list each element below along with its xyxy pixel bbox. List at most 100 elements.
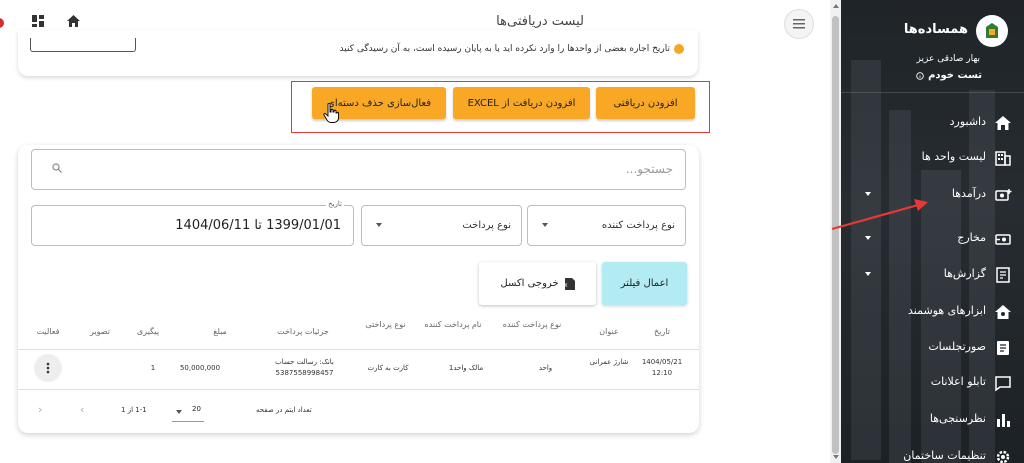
rows-per-page-select[interactable]: 20 [172,402,204,422]
building-selector[interactable]: تست خودم [916,70,982,81]
search-icon [52,163,62,173]
sidebar-item-label: ابزارهای هوشمند [908,304,986,317]
col-header-amount: مبلغ [213,327,227,336]
sidebar-item-expenses[interactable]: مخارج [841,222,1024,256]
notification-icon[interactable] [0,12,16,30]
export-excel-label: خروجی اکسل [500,278,559,289]
export-excel-button[interactable]: X خروجی اکسل [479,262,596,305]
row-title: شارژ عمرانی [589,358,629,366]
poll-icon [997,414,1010,427]
menu-toggle-button[interactable] [784,9,814,39]
hand-cursor-icon [323,103,339,123]
col-header-payment-details: جزئیات پرداخت [277,327,329,336]
home-icon [995,116,1011,130]
sidebar-item-income[interactable]: درآمدها [841,178,1024,212]
payment-type-select[interactable]: نوع پرداخت [361,205,522,246]
excel-file-icon: X [564,277,575,290]
row-date: 1404/05/21 [641,358,683,366]
add-from-excel-button[interactable]: افزودن دریافت از EXCEL [453,87,590,119]
sidebar: همساده‌ها بهار صادقی عزیز تست خودم داشبو… [841,0,1024,463]
home-icon[interactable] [64,12,82,30]
row-payer-name: مالک واحد1 [448,364,484,372]
warning-icon [674,44,684,54]
sidebar-item-minutes[interactable]: صورتجلسات [841,331,1024,365]
receipts-card: جستجو... نوع پرداخت کننده نوع پرداخت تار… [18,145,699,433]
col-header-title: عنوان [599,327,619,336]
sidebar-item-label: درآمدها [951,187,986,200]
action-button-group: افزودن دریافتی افزودن دریافت از EXCEL فع… [291,81,710,133]
sidebar-item-building-settings[interactable]: تنظیمات ساختمان [841,440,1024,463]
announcement-icon [995,376,1011,392]
col-header-tracking: پیگیری [136,327,160,336]
notification-badge [0,18,4,28]
col-header-image: تصویر [90,327,110,336]
brand-name: همساده‌ها [903,22,968,37]
row-divider [18,389,699,390]
payment-type-label: نوع پرداخت [462,220,511,231]
chevron-down-icon [865,272,871,276]
user-name: بهار صادقی عزیز [916,54,980,64]
payer-type-label: نوع پرداخت کننده [601,220,675,231]
sidebar-item-label: مخارج [957,231,986,244]
sidebar-item-label: داشبورد [949,115,986,128]
sidebar-item-label: لیست واحد ها [921,150,986,163]
scroll-up-icon[interactable] [833,4,839,8]
sidebar-item-label: گزارش‌ها [943,267,986,280]
col-header-payment-type: نوع پرداختی [365,320,406,329]
row-tracking: 1 [150,364,156,372]
prev-page-icon[interactable]: ‹ [80,403,84,416]
row-payment-type: کارت به کارت [367,364,409,372]
next-page-icon[interactable]: › [38,403,42,416]
sidebar-item-units[interactable]: لیست واحد ها [841,141,1024,175]
minutes-icon [997,341,1009,355]
col-header-activity: فعالیت [36,327,60,336]
report-icon [996,267,1010,283]
chevron-down-icon [865,236,871,240]
header-divider [18,349,699,350]
row-details-bank: بانک: رسالت حساب [275,358,334,366]
scrollbar-thumb[interactable] [832,16,839,454]
chevron-down-icon [176,410,182,414]
sidebar-divider [841,92,1024,93]
settings-icon [996,450,1010,463]
rows-per-page-value: 20 [192,405,201,413]
scroll-down-icon[interactable] [833,455,839,459]
search-input[interactable]: جستجو... [31,149,686,190]
add-receipt-button[interactable]: افزودن دریافتی [596,87,695,119]
row-details-account: 5387558998457 [275,369,334,377]
rows-per-page-label: تعداد ایتم در صفحه [256,406,312,414]
date-range-value: 1399/01/01 تا 1404/06/11 [175,218,341,233]
income-icon [995,189,1012,201]
alert-action-button[interactable] [30,38,136,52]
sidebar-item-label: نظرسنجی‌ها [929,412,986,425]
col-header-date: تاریخ [654,327,670,336]
sidebar-item-reports[interactable]: گزارش‌ها [841,258,1024,292]
col-header-payer-type: نوع پرداخت کننده [502,320,562,329]
row-more-button[interactable] [34,354,62,382]
smart-home-icon [995,305,1011,319]
apply-filter-button[interactable]: اعمال فیلتر [602,262,687,305]
building-name: تست خودم [928,70,982,81]
chevron-down-icon [865,192,871,196]
rent-alert-card: تاریخ اجاره بعضی از واحدها را وارد نکرده… [18,30,698,76]
sidebar-item-announcements[interactable]: تابلو اعلانات [841,366,1024,400]
col-header-payer-name: نام پرداخت کننده [424,320,482,329]
page-title: لیست دریافتی‌ها [496,14,584,29]
row-payer-type: واحد [538,364,553,372]
row-amount: 50,000,000 [179,364,221,372]
sidebar-item-polls[interactable]: نظرسنجی‌ها [841,403,1024,437]
info-circle-icon [916,71,924,80]
hamburger-icon [793,19,805,29]
date-range-field[interactable]: تاریخ 1399/01/01 تا 1404/06/11 [31,200,354,246]
sidebar-item-smart-tools[interactable]: ابزارهای هوشمند [841,295,1024,329]
more-vertical-icon [46,362,50,374]
sidebar-item-label: تنظیمات ساختمان [903,449,986,462]
sidebar-item-dashboard[interactable]: داشبورد [841,106,1024,140]
expense-icon [995,234,1011,245]
search-placeholder: جستجو... [625,162,673,176]
building-icon [995,151,1011,166]
dashboard-grid-icon[interactable] [29,12,47,30]
payer-type-select[interactable]: نوع پرداخت کننده [527,205,686,246]
chevron-down-icon [542,223,548,227]
vertical-scrollbar[interactable] [830,0,841,463]
